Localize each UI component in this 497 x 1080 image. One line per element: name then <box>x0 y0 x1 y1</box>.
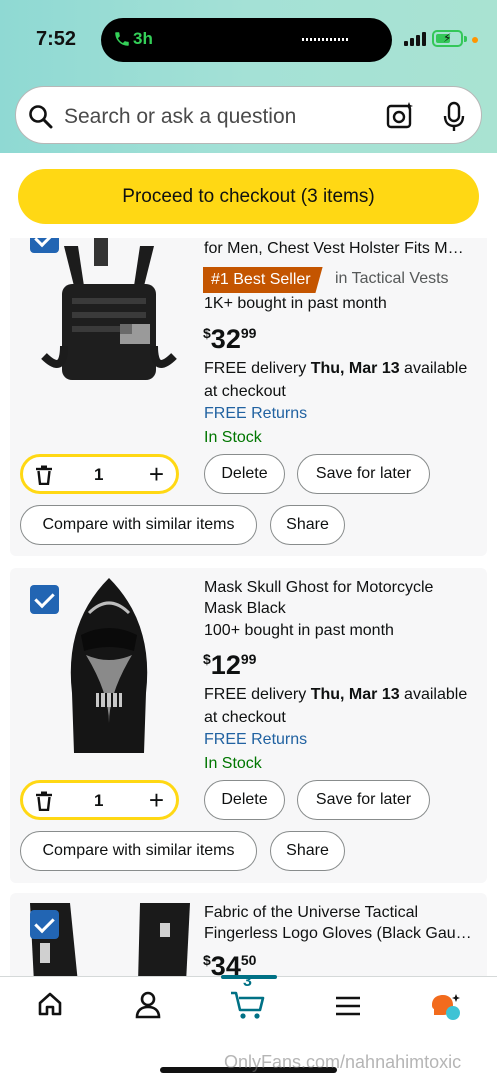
clock: 7:52 <box>36 28 77 50</box>
cart-icon[interactable] <box>230 989 266 1021</box>
audio-waveform-icon <box>302 38 350 41</box>
search-input[interactable]: Search or ask a question <box>64 105 296 129</box>
stock-status: In Stock <box>204 755 262 772</box>
increment-plus-icon[interactable]: + <box>149 785 164 816</box>
compare-similar-items-button[interactable]: Compare with similar items <box>20 831 257 871</box>
quantity-stepper[interactable]: 1 + <box>20 454 179 494</box>
save-for-later-button[interactable]: Save for later <box>297 454 430 494</box>
home-icon[interactable] <box>37 991 63 1017</box>
rufus-assistant-icon[interactable] <box>430 993 462 1023</box>
product-image-skull-mask[interactable] <box>24 573 194 753</box>
camera-lens-icon[interactable] <box>385 101 415 131</box>
item-title[interactable]: Fabric of the Universe Tactical Fingerle… <box>204 902 476 944</box>
account-icon[interactable] <box>135 991 161 1019</box>
cart-item: Fabric of the Universe Tactical Fingerle… <box>10 893 487 976</box>
search-icon <box>29 105 53 129</box>
best-seller-category[interactable]: in Tactical Vests <box>335 270 449 288</box>
quantity-stepper[interactable]: 1 + <box>20 780 179 820</box>
cart-item: for Men, Chest Vest Holster Fits M… #1 B… <box>10 238 487 556</box>
cart-item-list[interactable]: for Men, Chest Vest Holster Fits M… #1 B… <box>0 238 497 976</box>
item-title[interactable]: Mask Skull Ghost for Motorcycle Mask Bla… <box>204 577 476 619</box>
increment-plus-icon[interactable]: + <box>149 459 164 490</box>
trash-icon[interactable] <box>35 465 53 485</box>
share-button[interactable]: Share <box>270 505 345 545</box>
product-image-chest-vest[interactable] <box>24 238 194 406</box>
delivery-info: FREE delivery Thu, Mar 13 available at c… <box>204 360 468 400</box>
status-bar: 7:52 3h ⚡ <box>0 0 497 80</box>
watermark-text: OnlyFans.com/nahnahimtoxic <box>224 1052 462 1072</box>
call-duration: 3h <box>133 29 153 48</box>
stock-status: In Stock <box>204 429 262 446</box>
delete-button[interactable]: Delete <box>204 454 285 494</box>
compare-similar-items-button[interactable]: Compare with similar items <box>20 505 257 545</box>
battery-icon: ⚡ <box>432 30 467 47</box>
proceed-to-checkout-button[interactable]: Proceed to checkout (3 items) <box>18 169 479 224</box>
checkout-bar: Proceed to checkout (3 items) <box>0 153 497 238</box>
delivery-info: FREE delivery Thu, Mar 13 available at c… <box>204 686 468 726</box>
save-for-later-button[interactable]: Save for later <box>297 780 430 820</box>
free-returns-link[interactable]: FREE Returns <box>204 731 307 749</box>
privacy-indicator-dot <box>472 37 478 43</box>
app-header: 7:52 3h ⚡ Search or ask a question <box>0 0 497 153</box>
phone-icon <box>115 32 129 46</box>
share-button[interactable]: Share <box>270 831 345 871</box>
search-bar[interactable]: Search or ask a question <box>15 86 482 144</box>
cellular-signal-icon <box>404 32 426 46</box>
menu-icon[interactable] <box>335 995 361 1017</box>
cart-item: Mask Skull Ghost for Motorcycle Mask Bla… <box>10 568 487 883</box>
bought-count: 100+ bought in past month <box>204 622 394 639</box>
dynamic-island[interactable]: 3h <box>101 18 392 62</box>
best-seller-badge: #1 Best Seller <box>203 267 323 293</box>
quantity-value: 1 <box>94 791 104 810</box>
item-checkbox[interactable] <box>30 910 59 939</box>
quantity-value: 1 <box>94 465 104 484</box>
bought-count: 1K+ bought in past month <box>204 295 387 312</box>
item-price: $3299 <box>203 324 257 354</box>
item-price: $1299 <box>203 650 257 680</box>
free-returns-link[interactable]: FREE Returns <box>204 405 307 423</box>
trash-icon[interactable] <box>35 791 53 811</box>
delete-button[interactable]: Delete <box>204 780 285 820</box>
item-title[interactable]: for Men, Chest Vest Holster Fits M… <box>204 238 476 259</box>
microphone-icon[interactable] <box>442 101 466 133</box>
